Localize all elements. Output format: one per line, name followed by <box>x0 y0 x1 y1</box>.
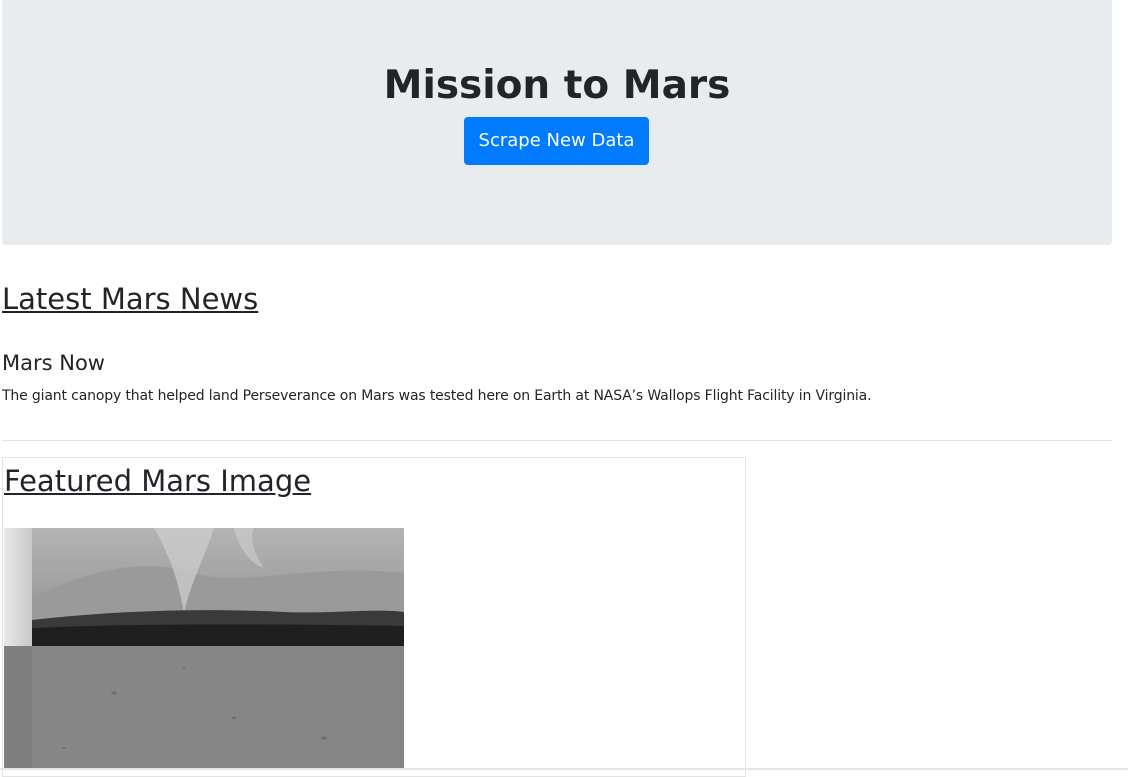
scrape-new-data-button[interactable]: Scrape New Data <box>464 117 649 165</box>
page-title: Mission to Mars <box>383 63 731 108</box>
latest-news-heading: Latest Mars News <box>2 282 259 316</box>
section-divider <box>2 440 1112 441</box>
featured-mars-image <box>4 528 404 770</box>
news-paragraph: The giant canopy that helped land Persev… <box>2 388 872 404</box>
featured-image-heading: Featured Mars Image <box>4 464 312 498</box>
jumbotron-header: Mission to Mars Scrape New Data <box>2 0 1112 245</box>
featured-image-card: Featured Mars Image <box>2 457 746 777</box>
news-title: Mars Now <box>2 351 105 375</box>
mars-landscape-image <box>4 528 404 770</box>
